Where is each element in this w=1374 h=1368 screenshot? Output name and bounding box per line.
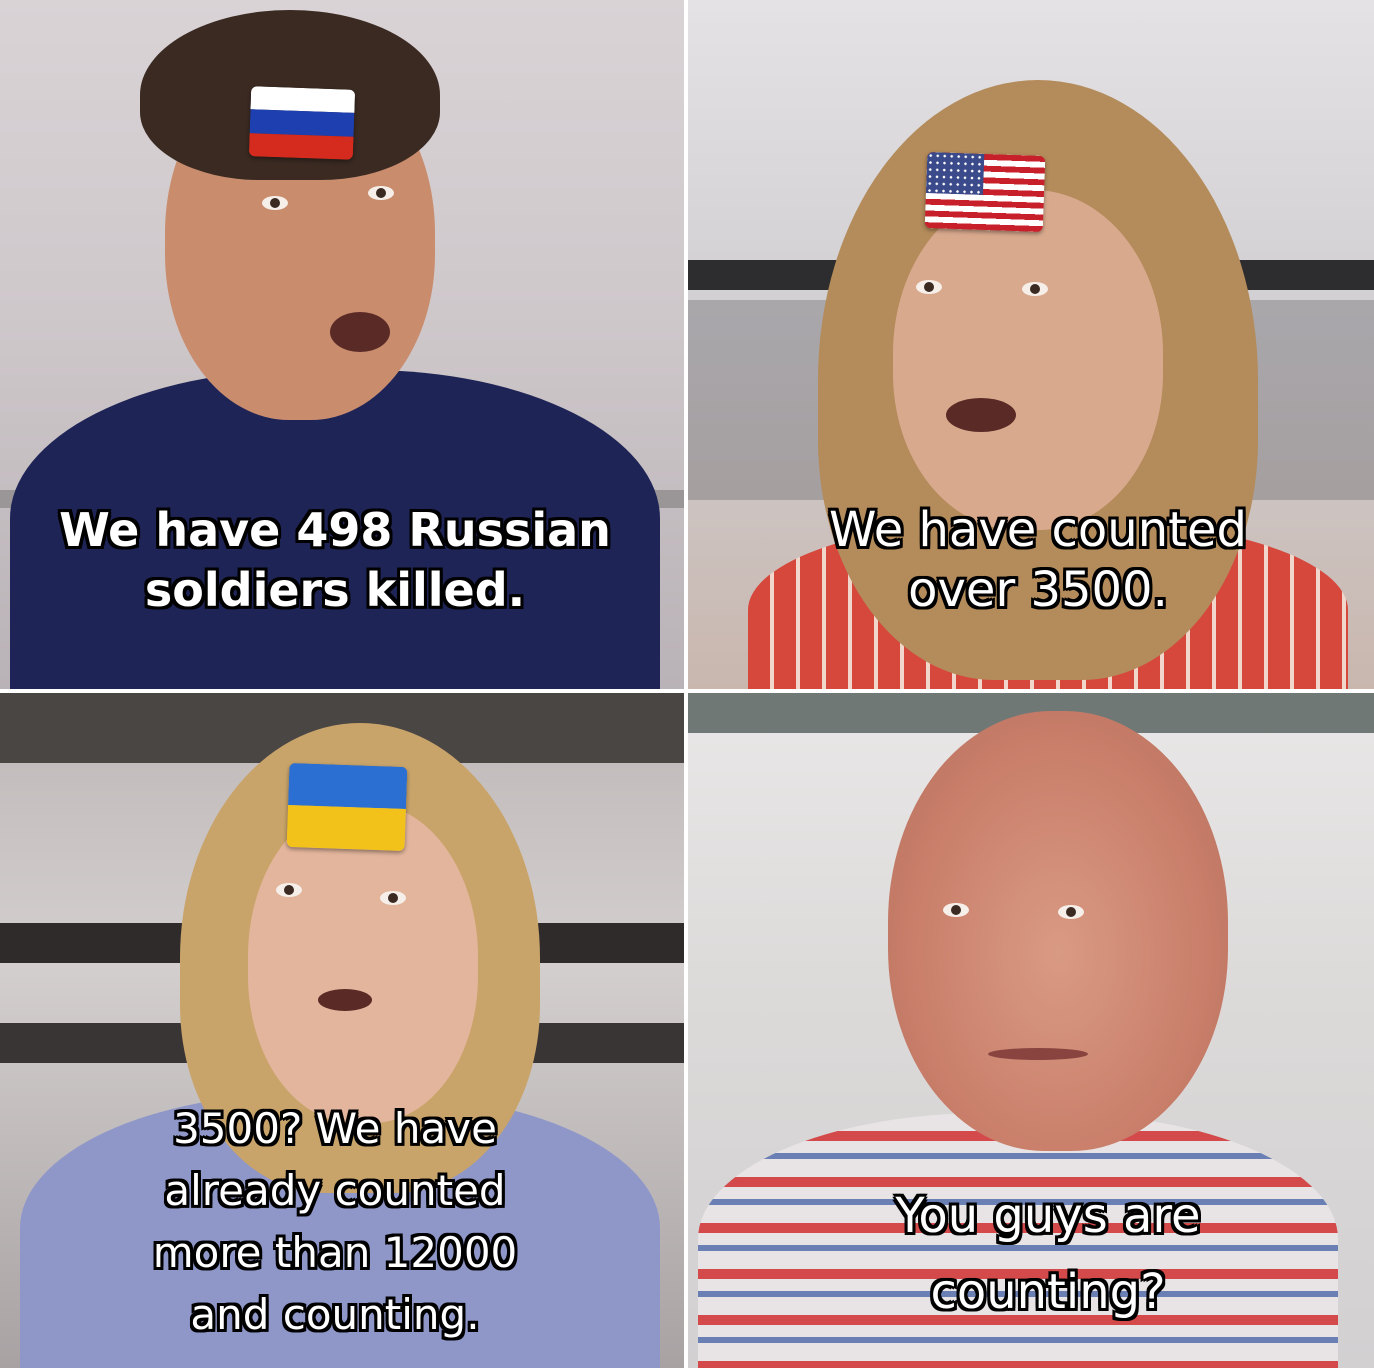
caption-text: 3500? We have already counted more than … xyxy=(152,1104,518,1339)
russia-flag-icon xyxy=(248,86,356,160)
face-mouth xyxy=(988,1048,1088,1060)
man-mouth xyxy=(330,312,390,352)
girl-left-eye xyxy=(276,883,302,897)
woman-right-eye xyxy=(1022,282,1048,296)
girl-right-eye xyxy=(380,891,406,905)
girl-mouth xyxy=(318,989,372,1011)
woman-mouth xyxy=(946,398,1016,432)
panel-bottom-right: You guys are counting? xyxy=(688,693,1374,1368)
meme-grid: We have 498 Russian soldiers killed. We … xyxy=(0,0,1374,1368)
panel-bottom-left: 3500? We have already counted more than … xyxy=(0,693,684,1368)
ukraine-flag-blue-band xyxy=(288,762,408,810)
ukraine-flag-yellow-band xyxy=(286,804,406,852)
caption-text: You guys are counting? xyxy=(895,1188,1201,1320)
face-photo xyxy=(888,711,1228,1151)
woman-left-eye xyxy=(916,280,942,294)
russia-flag-red-band xyxy=(248,132,354,160)
caption-text: We have counted over 3500. xyxy=(829,502,1247,618)
panel-top-left: We have 498 Russian soldiers killed. xyxy=(0,0,684,689)
face-left-eye xyxy=(943,903,969,917)
woman-face xyxy=(893,190,1163,530)
man-left-eye xyxy=(262,196,288,210)
ukraine-flag-icon xyxy=(286,762,408,852)
caption-text: We have 498 Russian soldiers killed. xyxy=(59,503,611,617)
usa-flag-icon xyxy=(924,151,1046,233)
panel-top-right: We have counted over 3500. xyxy=(688,0,1374,689)
girl-face xyxy=(248,803,478,1123)
face-right-eye xyxy=(1058,905,1084,919)
man-right-eye xyxy=(368,186,394,200)
usa-flag-canton xyxy=(925,151,984,195)
